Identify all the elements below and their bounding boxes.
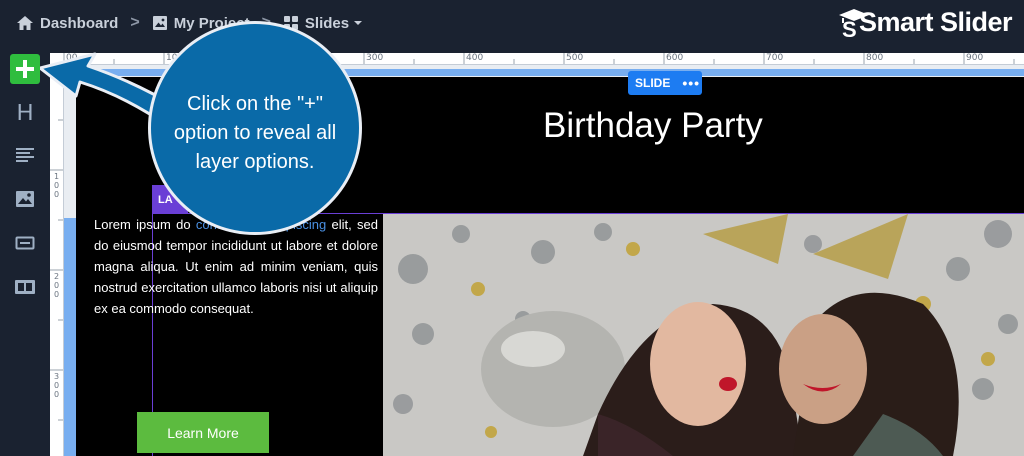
more-options-icon[interactable]: •••	[682, 75, 700, 91]
brand-logo: S Smart Slider	[837, 6, 1013, 38]
breadcrumb: Dashboard > My Project > Slides	[16, 14, 369, 32]
button-icon	[15, 236, 35, 250]
ruler-label: 900	[966, 53, 984, 63]
ruler-label: 2 0 0	[53, 272, 60, 299]
slide-badge[interactable]: SLIDE •••	[628, 71, 702, 95]
breadcrumb-dashboard[interactable]: Dashboard	[16, 15, 118, 32]
ruler-label: 3 0 0	[53, 372, 60, 399]
ruler-label: 700	[766, 53, 784, 63]
breadcrumb-label: Slides	[304, 14, 350, 32]
top-bar: Dashboard > My Project > Slides S Smart …	[0, 0, 1024, 47]
ruler-label: 400	[466, 53, 484, 63]
image-layer-button[interactable]	[10, 184, 40, 214]
slide-heading[interactable]: Birthday Party	[543, 106, 763, 146]
breadcrumb-separator: >	[130, 14, 140, 31]
row-layer-button[interactable]	[10, 272, 40, 302]
ruler-label: 800	[866, 53, 884, 63]
button-layer-button[interactable]	[10, 228, 40, 258]
learn-more-button[interactable]: Learn More	[137, 412, 269, 453]
heading-icon: H	[16, 98, 34, 125]
heading-layer-button[interactable]: H	[10, 97, 40, 127]
image-icon	[16, 191, 34, 207]
text-layer-button[interactable]	[10, 140, 40, 170]
ruler-label: 1 0 0	[53, 172, 60, 199]
home-icon	[17, 16, 33, 30]
slide-badge-label: SLIDE	[635, 76, 671, 90]
section-height-guide	[64, 218, 76, 456]
svg-text:S: S	[842, 17, 856, 38]
brand-name: Smart Slider	[858, 6, 1013, 37]
columns-icon	[15, 280, 35, 294]
add-layer-button[interactable]	[10, 54, 40, 84]
caret-down-icon	[354, 21, 363, 25]
party-photo-image	[383, 214, 1024, 456]
breadcrumb-label: Dashboard	[40, 14, 119, 32]
party-photo[interactable]	[383, 214, 1024, 456]
text-content: Lorem ipsum do	[94, 217, 191, 232]
callout-text: Click on the "+" option to reveal all la…	[173, 93, 337, 173]
plus-icon	[16, 60, 34, 78]
ruler-label: 600	[666, 53, 684, 63]
ruler-label: 300	[366, 53, 384, 63]
text-lines-icon	[16, 148, 34, 162]
image-icon	[152, 16, 167, 30]
ruler-label: 500	[566, 53, 584, 63]
